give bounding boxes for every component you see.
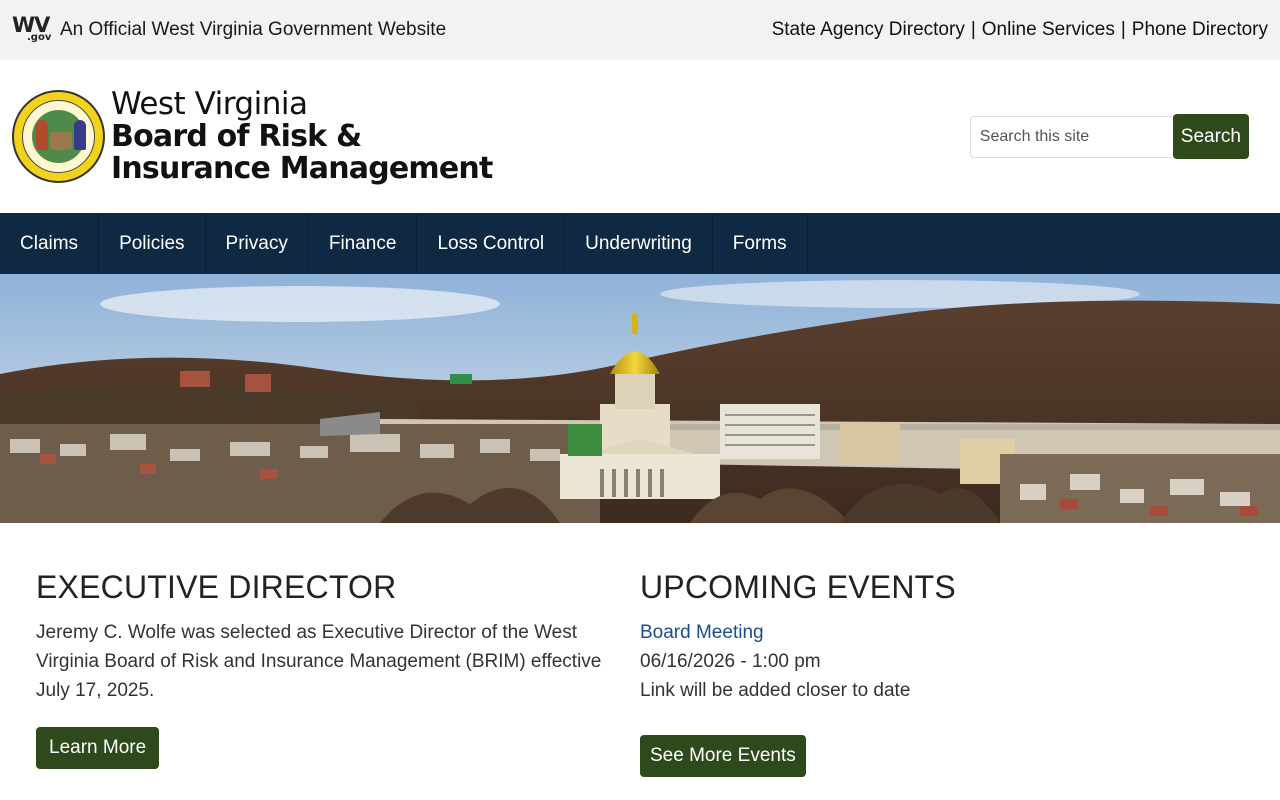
search-button[interactable]: Search: [1172, 114, 1249, 159]
nav-item-underwriting[interactable]: Underwriting: [565, 213, 713, 274]
utility-links: State Agency Directory | Online Services…: [772, 19, 1268, 41]
nav-item-privacy[interactable]: Privacy: [206, 213, 309, 274]
nav-item-policies[interactable]: Policies: [99, 213, 206, 274]
link-separator: |: [1120, 19, 1126, 40]
phone-directory-link[interactable]: Phone Directory: [1132, 19, 1268, 41]
event-note: Link will be added closer to date: [640, 680, 911, 701]
site-header: West Virginia Board of Risk & Insurance …: [0, 60, 1280, 213]
learn-more-button[interactable]: Learn More: [36, 727, 160, 769]
main-nav: Claims Policies Privacy Finance Loss Con…: [0, 213, 1280, 274]
site-search: Search: [969, 114, 1249, 159]
nav-item-forms[interactable]: Forms: [713, 213, 808, 274]
wv-gov-logo[interactable]: WV .gov: [12, 15, 52, 44]
executive-director-section: EXECUTIVE DIRECTOR Jeremy C. Wolfe was s…: [36, 569, 640, 777]
online-services-link[interactable]: Online Services: [982, 19, 1115, 41]
upcoming-events-heading: UPCOMING EVENTS: [640, 569, 956, 605]
site-title-line2: Board of Risk &: [111, 119, 362, 154]
nav-item-claims[interactable]: Claims: [0, 213, 100, 274]
official-website-text: An Official West Virginia Government Web…: [60, 19, 447, 40]
see-more-events-button[interactable]: See More Events: [640, 735, 806, 777]
wv-logo-gov: .gov: [27, 32, 52, 43]
nav-item-finance[interactable]: Finance: [309, 213, 418, 274]
state-seal-icon: [12, 90, 105, 183]
event-title-link[interactable]: Board Meeting: [640, 618, 1244, 647]
official-banner-left: WV .gov An Official West Virginia Govern…: [12, 15, 447, 44]
executive-director-text: Jeremy C. Wolfe was selected as Executiv…: [36, 622, 602, 701]
official-banner: WV .gov An Official West Virginia Govern…: [0, 0, 1280, 60]
site-brand[interactable]: West Virginia Board of Risk & Insurance …: [12, 89, 493, 184]
upcoming-events-section: UPCOMING EVENTS Board Meeting 06/16/2026…: [640, 569, 1244, 777]
nav-item-loss-control[interactable]: Loss Control: [417, 213, 566, 274]
site-title-line1: West Virginia: [111, 86, 308, 122]
main-content: EXECUTIVE DIRECTOR Jeremy C. Wolfe was s…: [0, 523, 1280, 777]
link-separator: |: [970, 19, 976, 40]
hero-capitol-image: [0, 274, 1280, 523]
site-title-line3: Insurance Management: [111, 151, 493, 186]
search-input[interactable]: [969, 115, 1178, 158]
executive-director-heading: EXECUTIVE DIRECTOR: [36, 569, 397, 605]
state-agency-directory-link[interactable]: State Agency Directory: [772, 19, 965, 41]
event-datetime: 06/16/2026 - 1:00 pm: [640, 651, 821, 672]
site-title: West Virginia Board of Risk & Insurance …: [111, 89, 493, 184]
